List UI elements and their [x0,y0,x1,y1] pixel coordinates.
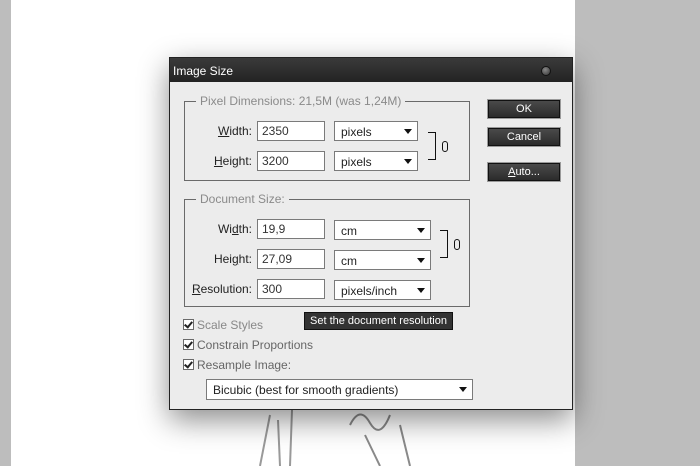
doc-width-unit-select[interactable]: cm [334,220,431,240]
pixel-height-unit-select[interactable]: pixels [334,151,418,171]
link-chain-icon [454,239,460,250]
doc-width-input[interactable]: 19,9 [257,219,325,239]
chevron-down-icon [459,387,467,392]
chevron-down-icon [417,288,425,293]
close-icon[interactable] [541,66,551,76]
pixel-width-unit-value: pixels [341,125,372,139]
chevron-down-icon [417,258,425,263]
doc-height-unit-select[interactable]: cm [334,250,431,270]
ok-button[interactable]: OK [488,100,560,118]
pixel-dimensions-legend: Pixel Dimensions: 21,5M (was 1,24M) [196,94,406,108]
resolution-label: Resolution: [191,282,252,296]
pixel-height-input[interactable]: 3200 [257,151,325,171]
image-size-dialog: Image Size Pixel Dimensions: 21,5M (was … [169,57,573,410]
chevron-down-icon [404,129,412,134]
workspace-background-right [575,0,700,466]
scale-styles-label: Scale Styles [197,318,264,332]
resolution-tooltip: Set the document resolution [304,312,453,330]
doc-constrain-bracket [440,230,448,258]
pixel-constrain-bracket [428,132,436,160]
pixel-height-label: Height: [213,154,252,168]
dialog-titlebar[interactable]: Image Size [170,58,572,82]
doc-width-label: Width: [217,222,252,236]
resample-method-select[interactable]: Bicubic (best for smooth gradients) [206,379,473,400]
document-size-legend: Document Size: [196,192,289,206]
cancel-button[interactable]: Cancel [488,128,560,146]
resolution-input[interactable]: 300 [257,279,325,299]
link-chain-icon [442,141,448,152]
resample-image-checkbox[interactable] [183,359,194,370]
doc-width-unit-value: cm [341,224,357,238]
doc-height-input[interactable]: 27,09 [257,249,325,269]
resolution-unit-select[interactable]: pixels/inch [334,280,431,300]
pixel-width-unit-select[interactable]: pixels [334,121,418,141]
workspace-background-left [0,0,11,466]
constrain-proportions-checkbox[interactable] [183,339,194,350]
chevron-down-icon [417,228,425,233]
doc-height-unit-value: cm [341,254,357,268]
resample-method-value: Bicubic (best for smooth gradients) [213,383,399,397]
pixel-width-input[interactable]: 2350 [257,121,325,141]
doc-height-label: Height: [213,252,252,266]
pixel-height-unit-value: pixels [341,155,372,169]
resample-image-label: Resample Image: [197,358,292,372]
auto-button[interactable]: Auto... [488,163,560,181]
resolution-unit-value: pixels/inch [341,284,398,298]
constrain-proportions-label: Constrain Proportions [197,338,314,352]
pixel-width-label: Width: [217,124,252,138]
scale-styles-checkbox[interactable] [183,319,194,330]
dialog-title: Image Size [173,64,234,78]
chevron-down-icon [404,159,412,164]
